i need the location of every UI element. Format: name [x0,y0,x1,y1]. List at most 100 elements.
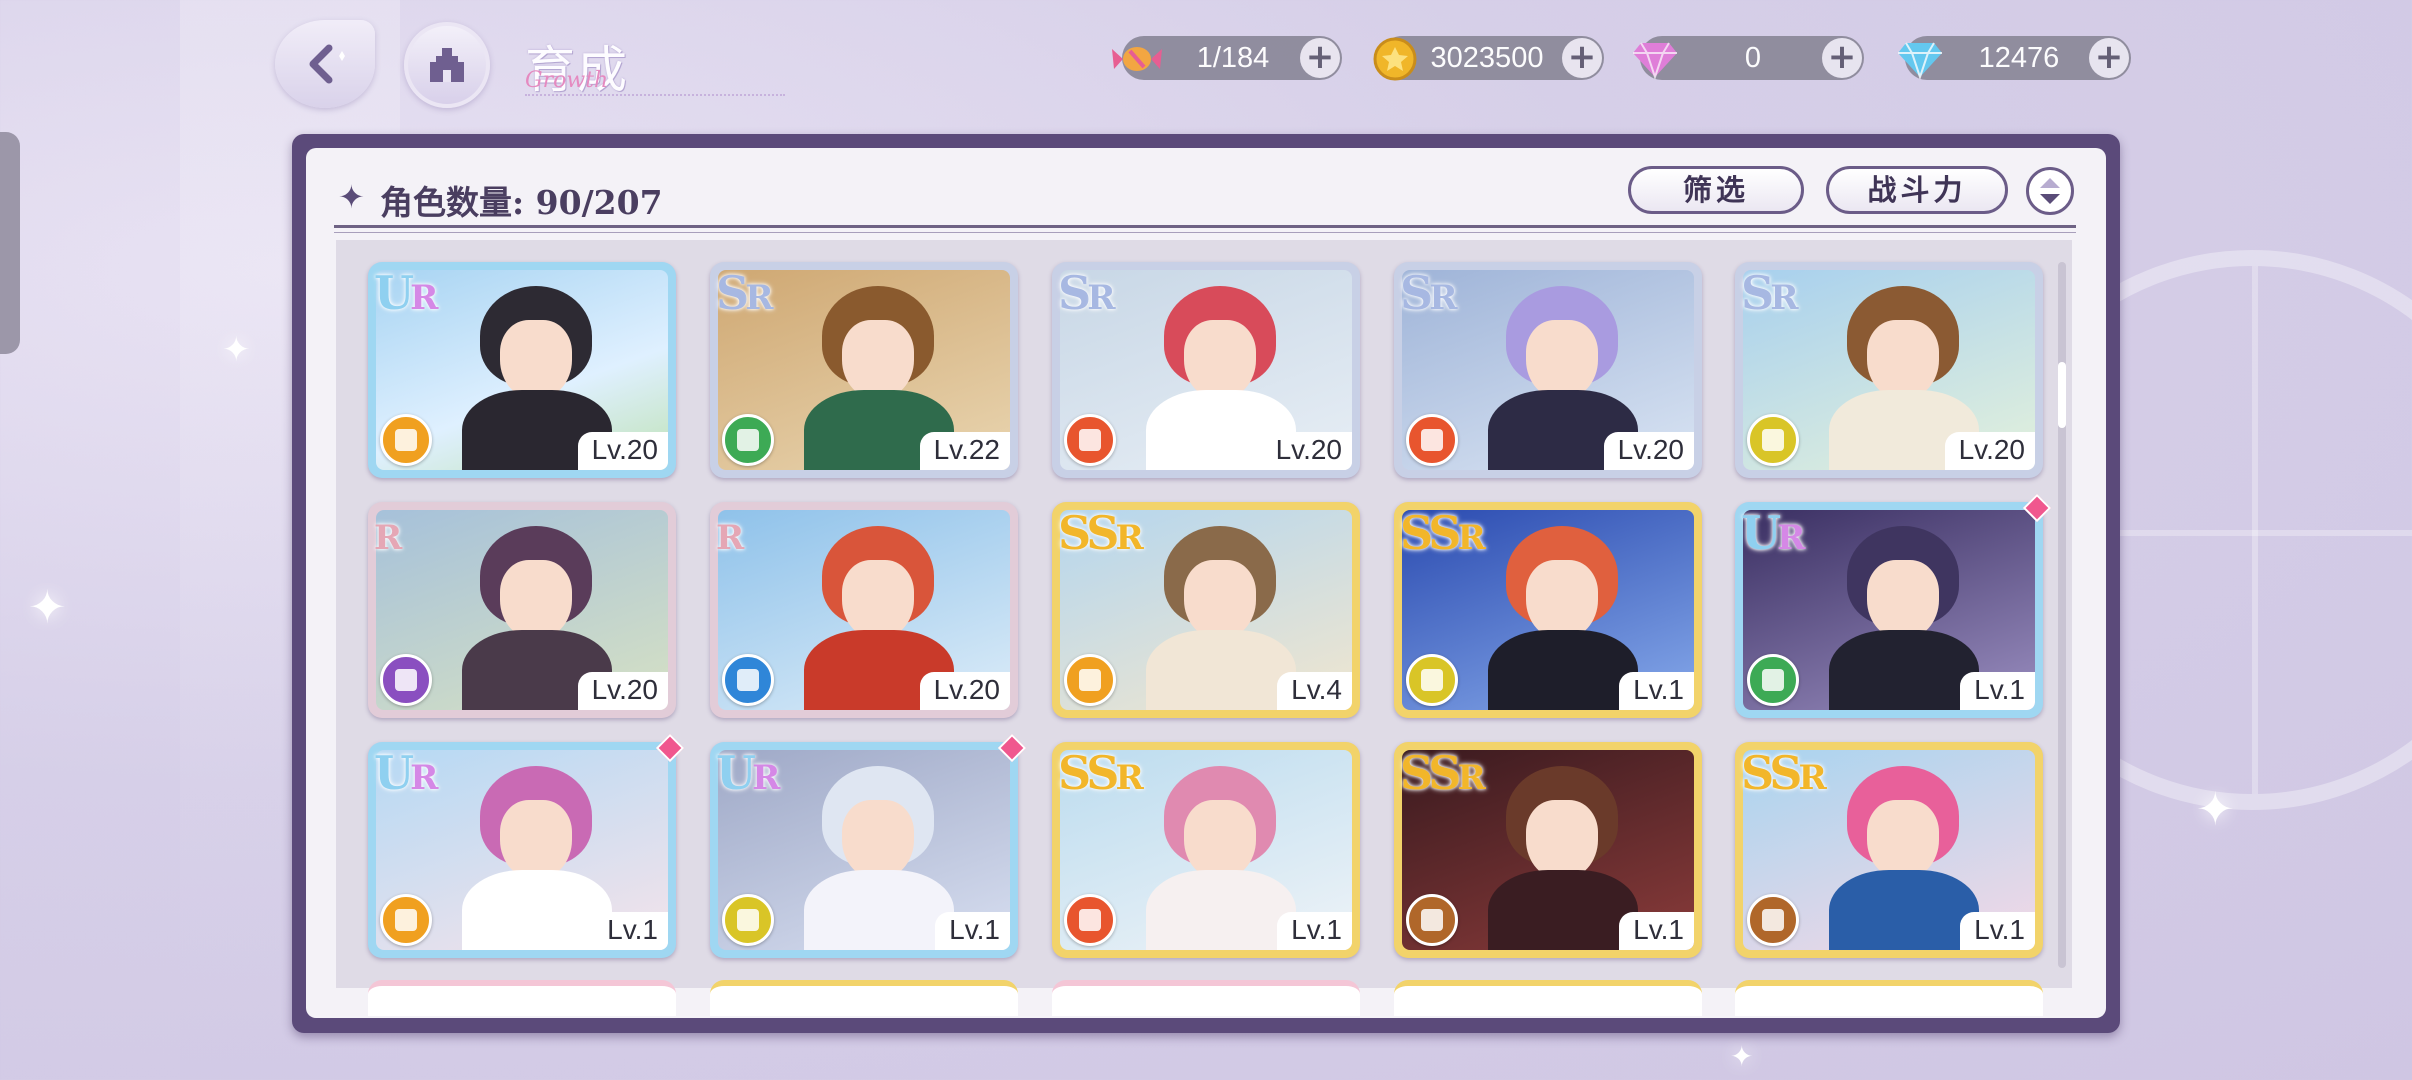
level-label: Lv.1 [1960,672,2035,710]
level-label: Lv.20 [577,432,668,470]
rarity-badge: SR [716,266,774,320]
back-button[interactable] [275,20,375,108]
currency-diamond: 12476 + [1898,36,2131,80]
level-label: Lv.1 [1277,912,1352,950]
attribute-icon [1406,414,1458,466]
rarity-badge: UR [374,266,438,320]
level-label: Lv.1 [1619,672,1694,710]
rarity-badge: SR [1400,266,1458,320]
attribute-icon [1064,894,1116,946]
star-icon: ✦ [338,178,365,216]
currency-stamina: 1/184 + [1112,36,1342,80]
level-label: Lv.1 [593,912,668,950]
rarity-badge: SSR [1058,506,1144,560]
attribute-icon [1064,654,1116,706]
character-card[interactable] [1394,980,1702,1016]
currency-gem: 0 + [1633,36,1864,80]
pink-diamond-icon [1626,30,1684,88]
level-label: Lv.1 [1619,912,1694,950]
sort-order-button[interactable] [2026,167,2074,215]
level-label: Lv.1 [935,912,1010,950]
page-subtitle: Growth [525,68,785,96]
sort-toggle-icon [2040,178,2060,204]
character-card[interactable]: SSR Lv.1 [1052,742,1360,958]
rarity-badge: UR [1741,506,1805,560]
character-card[interactable] [1735,980,2043,1016]
side-drawer-handle[interactable] [0,132,20,354]
character-card[interactable]: SSR Lv.1 [1735,742,2043,958]
sparkle-icon: ✦ [2196,782,2235,836]
gold-value: 3023500 [1430,42,1544,74]
attribute-icon [1406,654,1458,706]
character-card[interactable]: R Lv.20 [368,502,676,718]
level-label: Lv.20 [577,672,668,710]
rarity-badge: SR [1741,266,1799,320]
add-diamond-button[interactable]: + [2089,38,2129,78]
character-card[interactable] [710,980,1018,1016]
sparkle-icon: ✦ [1730,1040,1754,1073]
attribute-icon [722,414,774,466]
attribute-icon [1747,414,1799,466]
castle-home-icon [430,48,464,82]
character-card[interactable]: UR Lv.1 [710,733,1027,958]
level-label: Lv.22 [919,432,1010,470]
rarity-badge: SSR [1400,746,1486,800]
character-card[interactable]: SR Lv.22 [710,262,1018,478]
back-arrow-icon [309,44,345,84]
attribute-icon [380,654,432,706]
blue-diamond-icon [1891,30,1949,88]
gem-value: 0 [1744,42,1762,74]
gold-coin-icon [1366,30,1424,88]
rarity-badge: R [374,518,402,558]
character-count: 角色数量: 90/207 [380,183,663,222]
sparkle-icon: ✦ [28,580,67,634]
rarity-badge: SSR [1400,506,1486,560]
rarity-badge: SSR [1058,746,1144,800]
character-card[interactable]: SR Lv.20 [1052,262,1360,478]
attribute-icon [1747,894,1799,946]
level-label: Lv.20 [1944,432,2035,470]
rarity-badge: UR [374,746,438,800]
divider [334,232,2076,233]
add-gem-button[interactable]: + [1822,38,1862,78]
add-gold-button[interactable]: + [1562,38,1602,78]
divider [334,225,2076,228]
attribute-icon [722,654,774,706]
rarity-badge: UR [716,746,780,800]
attribute-icon [380,894,432,946]
attribute-icon [1747,654,1799,706]
currency-gold: 3023500 + [1373,36,1604,81]
rarity-badge: R [716,518,744,558]
home-button[interactable] [404,22,490,108]
attribute-icon [1406,894,1458,946]
level-label: Lv.4 [1277,672,1352,710]
character-card[interactable] [1052,980,1360,1016]
candy-icon [1108,30,1166,88]
rarity-badge: SR [1058,266,1116,320]
rarity-badge: SSR [1741,746,1827,800]
character-card[interactable]: SSR Lv.1 [1394,502,1702,718]
sort-by-power-button[interactable]: 战斗力 [1826,166,2008,214]
character-card[interactable]: SSR Lv.1 [1394,742,1702,958]
diamond-value: 12476 [1978,42,2060,74]
level-label: Lv.20 [1603,432,1694,470]
stamina-value: 1/184 [1196,42,1270,74]
level-label: Lv.1 [1960,912,2035,950]
character-card[interactable]: UR Lv.1 [1735,493,2052,718]
character-card[interactable]: SR Lv.20 [1394,262,1702,478]
attribute-icon [1064,414,1116,466]
character-card[interactable]: R Lv.20 [710,502,1018,718]
character-card[interactable]: UR Lv.20 [368,262,676,478]
level-label: Lv.20 [919,672,1010,710]
attribute-icon [722,894,774,946]
add-stamina-button[interactable]: + [1300,38,1340,78]
level-label: Lv.20 [1261,432,1352,470]
character-card[interactable] [368,980,676,1016]
scrollbar-thumb[interactable] [2058,362,2066,428]
sparkle-icon: ✦ [222,330,251,370]
character-card[interactable]: SR Lv.20 [1735,262,2043,478]
character-card[interactable]: UR Lv.1 [368,733,685,958]
character-card[interactable]: SSR Lv.4 [1052,502,1360,718]
attribute-icon [380,414,432,466]
filter-button[interactable]: 筛选 [1628,166,1804,214]
